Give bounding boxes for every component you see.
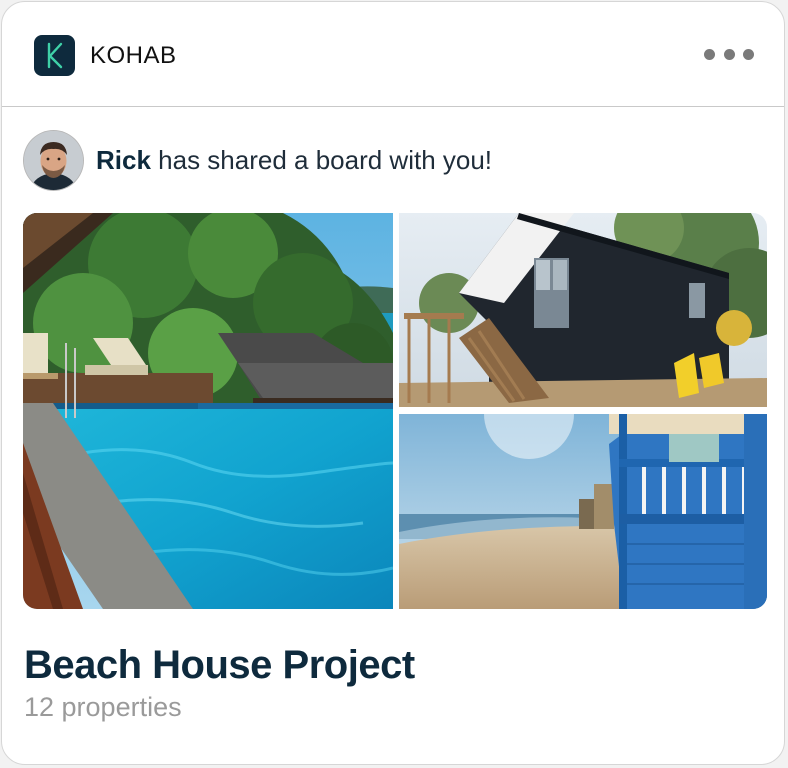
user-avatar[interactable] xyxy=(24,130,83,190)
board-image-beach-hut[interactable] xyxy=(399,414,767,609)
board-image-house[interactable] xyxy=(399,213,767,407)
kohab-logo xyxy=(34,35,75,76)
more-options-icon[interactable] xyxy=(704,46,754,62)
dot xyxy=(743,48,754,60)
dot xyxy=(723,48,735,60)
share-message-text: has shared a board with you! xyxy=(150,144,493,175)
board-property-count: 12 properties xyxy=(24,692,182,722)
board-title[interactable]: Beach House Project xyxy=(24,643,415,688)
board-image-pool[interactable] xyxy=(23,213,393,609)
dot xyxy=(704,48,715,60)
brand-name: KOHAB xyxy=(90,42,177,69)
card-header: KOHAB xyxy=(2,2,784,107)
share-notice: Rick has shared a board with you! xyxy=(24,130,492,190)
shared-board-card[interactable]: KOHAB Rick has shared a board with you! xyxy=(1,1,785,765)
share-message: Rick has shared a board with you! xyxy=(96,145,492,176)
sharer-name[interactable]: Rick xyxy=(96,145,151,175)
